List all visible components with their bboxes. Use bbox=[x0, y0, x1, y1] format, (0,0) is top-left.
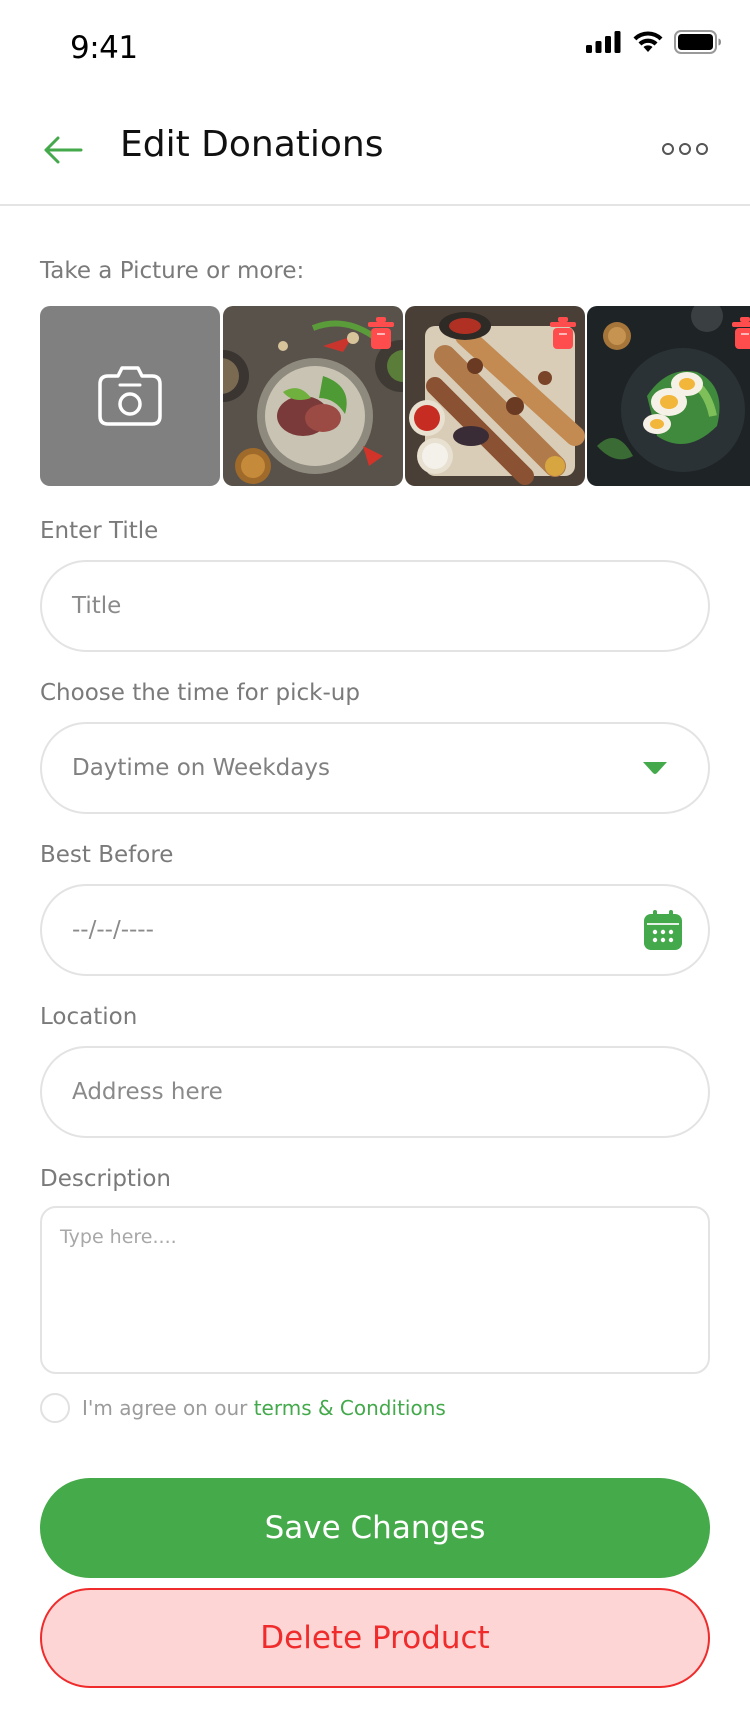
delete-product-button[interactable]: Delete Product bbox=[40, 1588, 710, 1688]
signal-icon bbox=[586, 31, 621, 53]
description-placeholder: Type here.... bbox=[60, 1226, 177, 1248]
back-button[interactable] bbox=[40, 130, 86, 170]
location-input[interactable]: Address here bbox=[40, 1046, 710, 1138]
best-before-label: Best Before bbox=[40, 842, 174, 868]
terms-text: I'm agree on our terms & Conditions bbox=[82, 1396, 446, 1420]
status-bar: 9:41 bbox=[0, 0, 750, 96]
pickup-time-select[interactable]: Daytime on Weekdays bbox=[40, 722, 710, 814]
delete-photo-icon[interactable] bbox=[367, 316, 395, 350]
status-time: 9:41 bbox=[70, 30, 138, 66]
best-before-placeholder: --/--/---- bbox=[72, 917, 154, 943]
location-placeholder: Address here bbox=[72, 1079, 223, 1105]
wifi-icon bbox=[633, 31, 663, 52]
more-dot-icon bbox=[662, 143, 674, 155]
photo-strip bbox=[40, 306, 750, 486]
header: Edit Donations bbox=[0, 100, 750, 206]
more-options-button[interactable] bbox=[662, 138, 708, 160]
delete-photo-icon[interactable] bbox=[549, 316, 577, 350]
dropdown-arrow-icon bbox=[643, 762, 667, 774]
photo-thumbnail[interactable] bbox=[405, 306, 585, 486]
best-before-date-input[interactable]: --/--/---- bbox=[40, 884, 710, 976]
battery-icon bbox=[674, 30, 721, 54]
terms-agreement: I'm agree on our terms & Conditions bbox=[40, 1392, 446, 1424]
location-label: Location bbox=[40, 1004, 138, 1030]
title-label: Enter Title bbox=[40, 518, 159, 544]
more-dot-icon bbox=[679, 143, 691, 155]
add-photo-button[interactable] bbox=[40, 306, 220, 486]
camera-icon bbox=[98, 366, 162, 426]
terms-checkbox[interactable] bbox=[40, 1393, 70, 1423]
calendar-icon[interactable] bbox=[644, 910, 682, 950]
description-label: Description bbox=[40, 1166, 171, 1192]
egg-avocado-image bbox=[587, 306, 750, 486]
more-dot-icon bbox=[696, 143, 708, 155]
title-input[interactable]: Title bbox=[40, 560, 710, 652]
photo-thumbnail[interactable] bbox=[223, 306, 403, 486]
title-placeholder: Title bbox=[72, 593, 122, 619]
pickup-label: Choose the time for pick-up bbox=[40, 680, 360, 706]
delete-photo-icon[interactable] bbox=[731, 316, 750, 350]
arrow-left-icon bbox=[44, 136, 83, 164]
save-changes-button[interactable]: Save Changes bbox=[40, 1478, 710, 1578]
photo-thumbnail[interactable] bbox=[587, 306, 750, 486]
photos-label: Take a Picture or more: bbox=[40, 258, 305, 284]
terms-link[interactable]: terms & Conditions bbox=[254, 1396, 446, 1420]
description-textarea[interactable]: Type here.... bbox=[40, 1206, 710, 1374]
pickup-selected-value: Daytime on Weekdays bbox=[72, 755, 330, 781]
status-icons bbox=[586, 30, 722, 54]
page-title: Edit Donations bbox=[120, 124, 384, 165]
terms-prefix: I'm agree on our bbox=[82, 1396, 254, 1420]
